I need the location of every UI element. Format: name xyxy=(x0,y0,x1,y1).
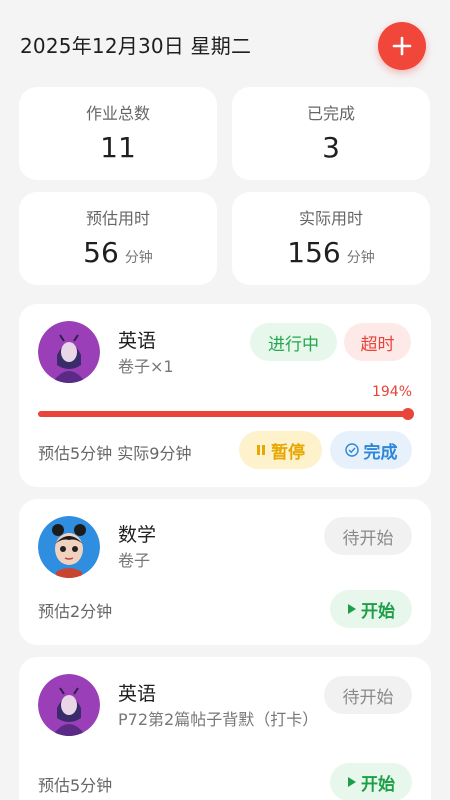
pause-button[interactable]: 暂停 xyxy=(239,431,322,469)
task-subject: 英语 xyxy=(118,330,157,352)
stat-unit: 分钟 xyxy=(124,250,153,266)
start-label: 开始 xyxy=(361,774,395,795)
stat-completed: 已完成 3 xyxy=(232,87,430,180)
task-description: P72第2篇帖子背默（打卡） xyxy=(118,710,319,729)
status-badge-overtime: 超时 xyxy=(344,323,411,361)
stat-value: 56 分钟 xyxy=(83,236,153,269)
progress-knob xyxy=(402,408,414,420)
progress-fill xyxy=(38,411,412,417)
avatar-english xyxy=(38,321,100,383)
status-badge-pending: 待开始 xyxy=(324,676,412,714)
complete-button[interactable]: 完成 xyxy=(330,431,412,469)
task-description: 卷子×1 xyxy=(118,357,174,376)
stat-total-homework: 作业总数 11 xyxy=(19,87,217,180)
task-subject: 数学 xyxy=(118,524,157,546)
add-task-button[interactable] xyxy=(378,22,426,70)
start-button[interactable]: 开始 xyxy=(330,590,412,628)
task-card[interactable]: 英语 卷子×1 进行中 超时 194% 预估5分钟 实际9分钟 暂停 完成 xyxy=(19,304,431,487)
plus-icon xyxy=(392,36,412,56)
status-badge-pending: 待开始 xyxy=(324,517,412,555)
header: 2025年12月30日 星期二 xyxy=(0,0,450,90)
progress-bar xyxy=(38,408,414,420)
pause-icon xyxy=(256,444,266,456)
stat-actual-time: 实际用时 156 分钟 xyxy=(232,192,430,285)
play-icon xyxy=(347,777,356,787)
stat-value: 11 xyxy=(100,131,136,164)
task-time: 预估5分钟 xyxy=(38,776,113,795)
stat-label: 预估用时 xyxy=(85,209,150,228)
play-icon xyxy=(347,604,356,614)
date-title: 2025年12月30日 星期二 xyxy=(20,34,252,58)
task-time: 预估2分钟 xyxy=(38,602,113,621)
avatar-math xyxy=(38,516,100,578)
stat-unit: 分钟 xyxy=(346,250,375,266)
task-card[interactable]: 数学 卷子 待开始 预估2分钟 开始 xyxy=(19,499,431,645)
stat-label: 实际用时 xyxy=(298,209,363,228)
start-button[interactable]: 开始 xyxy=(330,763,412,800)
stat-value: 156 分钟 xyxy=(287,236,375,269)
task-time: 预估5分钟 实际9分钟 xyxy=(38,444,192,463)
stat-label: 已完成 xyxy=(306,104,355,123)
start-label: 开始 xyxy=(361,601,395,622)
stat-value: 3 xyxy=(322,131,340,164)
progress-percent: 194% xyxy=(371,384,412,400)
status-badge-in-progress: 进行中 xyxy=(250,323,337,361)
stat-label: 作业总数 xyxy=(85,104,150,123)
task-card[interactable]: 英语 P72第2篇帖子背默（打卡） 待开始 预估5分钟 开始 xyxy=(19,657,431,800)
pause-label: 暂停 xyxy=(271,442,305,463)
complete-label: 完成 xyxy=(363,442,398,463)
task-description: 卷子 xyxy=(118,551,151,570)
check-circle-icon xyxy=(344,443,359,457)
stat-estimated-time: 预估用时 56 分钟 xyxy=(19,192,217,285)
task-subject: 英语 xyxy=(118,683,157,705)
avatar-english xyxy=(38,674,100,736)
